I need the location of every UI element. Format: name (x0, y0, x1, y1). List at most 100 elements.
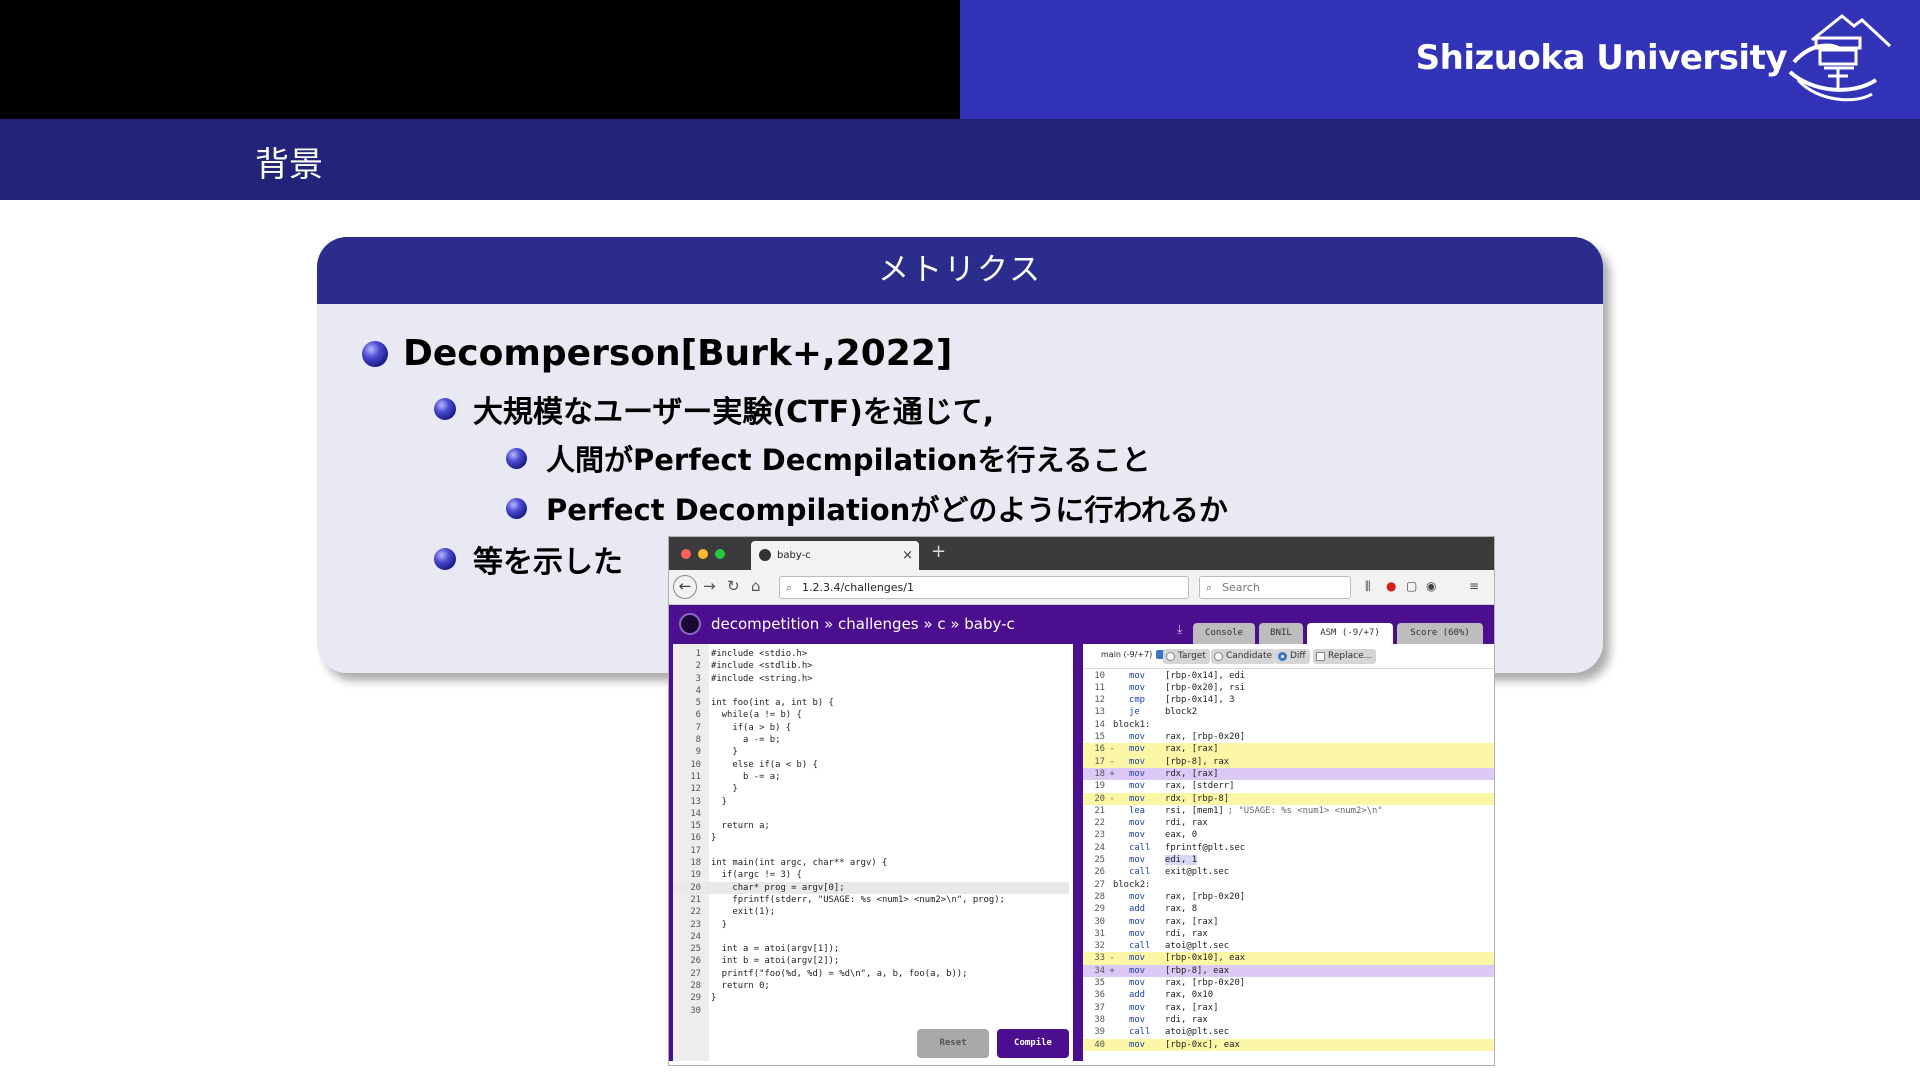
function-select[interactable]: main (-9/+7) (1101, 650, 1166, 659)
asm-line-removed: 33- mov [rbp-0x10], eax (1083, 952, 1494, 965)
asm-line: 27 block2: (1083, 879, 1494, 891)
option-replace[interactable]: Replace... (1313, 649, 1377, 664)
window-close-dot[interactable] (681, 549, 691, 559)
adblock-icon[interactable]: ● (1386, 579, 1396, 593)
library-icon[interactable]: ⫼ (1365, 579, 1371, 594)
line-text: } (711, 993, 717, 1004)
asm-line-number: 16 (1094, 744, 1105, 755)
source-line[interactable]: 30 (673, 1005, 1005, 1017)
window-zoom-dot[interactable] (715, 549, 725, 559)
asm-operands: [rbp-0x14], 3 (1165, 695, 1235, 706)
source-editor[interactable]: 1 #include <stdio.h> 2 #include <stdlib.h> 3… (669, 644, 1069, 1061)
radio-icon (1214, 652, 1223, 661)
source-line[interactable]: 6 while(a != b) { (673, 709, 1005, 721)
asm-line: 37 mov rax, [rax] (1083, 1002, 1494, 1014)
tab-score[interactable]: Score (60%) (1397, 623, 1483, 644)
asm-opcode: call (1129, 941, 1151, 952)
asm-operands: rdx, [rbp-8] (1165, 793, 1230, 804)
asm-operands: rdi, rax (1165, 928, 1208, 939)
source-line[interactable]: 9 } (673, 746, 1005, 758)
source-line[interactable]: 1 #include <stdio.h> (673, 648, 1005, 660)
line-number: 6 (695, 710, 701, 721)
breadcrumb[interactable]: decompetition » challenges » c » baby-c (711, 615, 1015, 633)
decompetition-logo-icon (679, 613, 701, 635)
source-line[interactable]: 19 if(argc != 3) { (673, 869, 1005, 881)
source-line[interactable]: 25 int a = atoi(argv[1]); (673, 943, 1005, 955)
source-line[interactable]: 2 #include <stdlib.h> (673, 660, 1005, 672)
line-text: fprintf(stderr, "USAGE: %s <num1> <num2>… (711, 894, 1005, 905)
asm-opcode: mov (1129, 1002, 1146, 1013)
forward-arrow-icon[interactable]: → (703, 577, 716, 595)
diff-marker: - (1109, 953, 1115, 964)
source-line[interactable]: 3 #include <string.h> (673, 673, 1005, 685)
tab-close-icon[interactable]: × (902, 541, 913, 570)
source-line[interactable]: 22 exit(1); (673, 906, 1005, 918)
line-number: 29 (690, 993, 701, 1004)
line-number: 22 (690, 907, 701, 918)
asm-line-number: 36 (1094, 990, 1105, 1001)
compile-button[interactable]: Compile (997, 1029, 1069, 1058)
bullet-ball-icon (506, 497, 527, 519)
source-line[interactable]: 12 } (673, 783, 1005, 795)
source-line[interactable]: 26 int b = atoi(argv[2]); (673, 955, 1005, 967)
browser-search-input[interactable]: ⌕ Search (1199, 576, 1351, 599)
source-line[interactable]: 20 char* prog = argv[0]; (673, 882, 1005, 894)
source-line[interactable]: 7 if(a > b) { (673, 722, 1005, 734)
source-line[interactable]: 17 (673, 845, 1005, 857)
source-line[interactable]: 11 b -= a; (673, 771, 1005, 783)
asm-line-added: 34 + mov [rbp-8], eax (1083, 964, 1494, 978)
sidebar-icon[interactable]: ▢ (1406, 579, 1417, 593)
reset-button[interactable]: Reset (917, 1029, 989, 1058)
source-line[interactable]: 24 (673, 931, 1005, 943)
asm-operands: [rbp-0xc], eax (1165, 1039, 1240, 1050)
window-minimize-dot[interactable] (698, 549, 708, 559)
line-text: return a; (711, 821, 770, 832)
header-blue-band: Shizuoka University (960, 0, 1920, 119)
asm-opcode: mov (1129, 916, 1146, 927)
asm-line: 24 call fprintf@plt.sec (1083, 842, 1494, 854)
source-line[interactable]: 16} (673, 832, 1005, 844)
line-text: int foo(int a, int b) { (711, 698, 834, 709)
asm-opcode: mov (1129, 744, 1146, 755)
source-line[interactable]: 21 fprintf(stderr, "USAGE: %s <num1> <nu… (673, 894, 1005, 906)
line-number: 19 (690, 870, 701, 881)
tab-bnil[interactable]: BNIL (1259, 623, 1303, 644)
reload-icon[interactable]: ↻ (727, 577, 740, 595)
option-candidate[interactable]: Candidate (1211, 649, 1277, 664)
source-line[interactable]: 15 return a; (673, 820, 1005, 832)
source-line[interactable]: 14 (673, 808, 1005, 820)
source-line[interactable]: 27 printf("foo(%d, %d) = %d\n", a, b, fo… (673, 968, 1005, 980)
source-line[interactable]: 23 } (673, 919, 1005, 931)
asm-opcode: mov (1129, 928, 1146, 939)
browser-tab[interactable]: baby-c × (751, 541, 919, 570)
source-line[interactable]: 28 return 0; (673, 980, 1005, 992)
option-diff[interactable]: Diff (1275, 649, 1310, 664)
pane-divider[interactable] (1073, 644, 1083, 1061)
source-line[interactable]: 13 } (673, 796, 1005, 808)
asm-operands: rax, [rax] (1165, 744, 1219, 755)
source-line[interactable]: 4 (673, 685, 1005, 697)
line-number: 20 (690, 882, 701, 893)
download-icon[interactable]: ⤓ (1177, 622, 1182, 637)
tab-console[interactable]: Console (1193, 623, 1255, 644)
option-target[interactable]: Target (1163, 649, 1210, 664)
bullet-level1-decomperson: Decomperson[Burk+,2022] (362, 333, 952, 374)
back-arrow-icon[interactable]: ← (673, 575, 697, 599)
source-line[interactable]: 5 int foo(int a, int b) { (673, 697, 1005, 709)
source-line[interactable]: 29} (673, 992, 1005, 1004)
url-bar[interactable]: ⌕ 1.2.3.4/challenges/1 (779, 576, 1189, 599)
new-tab-icon[interactable]: + (931, 541, 946, 562)
source-code[interactable]: 1 #include <stdio.h> 2 #include <stdlib.h> 3… (673, 648, 1005, 1017)
tab-asm[interactable]: ASM (-9/+7) (1307, 623, 1393, 644)
source-line[interactable]: 18 int main(int argc, char** argv) { (673, 857, 1005, 869)
home-icon[interactable]: ⌂ (751, 577, 761, 595)
source-line[interactable]: 10 else if(a < b) { (673, 759, 1005, 771)
option-label: Candidate (1226, 651, 1273, 661)
menu-icon[interactable]: ≡ (1469, 579, 1479, 593)
asm-line-number: 31 (1094, 928, 1105, 939)
line-number: 8 (695, 735, 701, 746)
asm-operands: rax, 8 (1165, 904, 1198, 915)
account-icon[interactable]: ◉ (1426, 579, 1436, 593)
source-line[interactable]: 8 a -= b; (673, 734, 1005, 746)
asm-line-removed: 40 mov [rbp-0xc], eax (1083, 1038, 1494, 1051)
